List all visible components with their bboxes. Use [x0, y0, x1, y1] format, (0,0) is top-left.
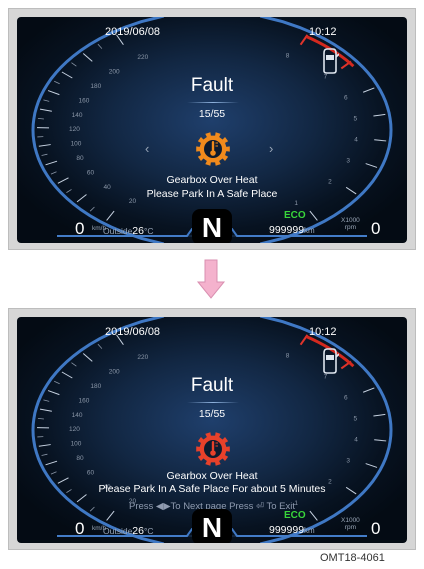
gear-temperature-icon — [196, 132, 230, 166]
rpm-tick — [309, 210, 318, 221]
outside-temp-unit: °C — [143, 526, 154, 536]
outside-temp-value: 26 — [132, 525, 144, 537]
speed-tick-label: 100 — [71, 141, 82, 148]
instrument-cluster-panel-2: 20 40 60 80 100 120 140 160 180 200 220 1 2 3 4 5 6 7 8 20… — [8, 308, 416, 550]
outside-temperature: Outside26°C — [103, 225, 154, 237]
time-display: 10:12 — [309, 26, 337, 38]
gear-temperature-icon — [196, 432, 230, 466]
rpm-tick — [309, 510, 318, 521]
eco-indicator: ECO — [284, 510, 306, 521]
speed-minor-tick — [89, 206, 95, 212]
speed-tick-label: 160 — [79, 397, 90, 404]
rpm-unit-label: rpm — [344, 224, 356, 231]
speed-tick-label: 80 — [76, 155, 84, 162]
outside-label: Outside — [103, 526, 133, 536]
rpm-tick — [365, 163, 378, 168]
rpm-unit-multiplier: X1000 — [341, 217, 360, 224]
page-indicator: 15/55 — [198, 408, 226, 420]
gear-indicator: N — [192, 209, 232, 243]
rpm-unit-multiplier: X1000 — [341, 517, 360, 524]
odometer-value: 999999 — [269, 224, 305, 236]
odometer-value: 999999 — [269, 524, 305, 536]
speed-tick — [82, 53, 93, 62]
title-divider — [187, 402, 239, 403]
speed-tick — [106, 210, 115, 221]
gear-letter: N — [201, 212, 223, 243]
rpm-tick — [365, 463, 378, 468]
speed-zero: 0 — [75, 219, 85, 238]
rpm-tick-label: 4 — [354, 437, 358, 444]
gear-letter: N — [201, 512, 223, 543]
fault-title: Fault — [190, 375, 234, 396]
rpm-tick-label: 3 — [346, 458, 350, 465]
gear-indicator: N — [192, 509, 232, 543]
speed-minor-tick — [41, 453, 48, 456]
speed-tick — [38, 444, 51, 447]
fault-title: Fault — [190, 75, 234, 96]
car-door-icon — [323, 348, 339, 374]
speed-tick — [38, 144, 51, 147]
rpm-tick — [374, 439, 387, 442]
speed-minor-tick — [71, 362, 77, 367]
title-divider — [187, 102, 239, 103]
speed-minor-tick — [97, 43, 103, 49]
speed-minor-tick — [71, 62, 77, 67]
arrow-down-icon — [196, 259, 226, 299]
outside-temperature: Outside26°C — [103, 525, 154, 537]
odometer-unit: km — [304, 226, 315, 235]
rpm-unit-label: rpm — [344, 524, 356, 531]
fault-message-line-2: Please Park In A Safe Place For about 5 … — [98, 483, 326, 495]
page-indicator: 15/55 — [198, 108, 226, 120]
rpm-tick-label: 3 — [346, 158, 350, 165]
speed-tick-label: 100 — [71, 441, 82, 448]
speed-tick — [106, 510, 115, 521]
rpm-unit: X1000 rpm — [341, 517, 360, 531]
rpm-unit: X1000 rpm — [341, 217, 360, 231]
date-display: 2019/06/08 — [105, 26, 161, 38]
speed-minor-tick — [43, 399, 50, 402]
rpm-tick-label: 8 — [286, 53, 290, 60]
rpm-zero: 0 — [371, 519, 381, 538]
speed-tick-label: 120 — [69, 126, 80, 133]
cluster-display-1: 20 40 60 80 100 120 140 160 180 200 220 1 2 3 4 5 6 7 8 20… — [17, 17, 407, 243]
speed-tick — [45, 160, 58, 166]
eco-indicator: ECO — [284, 210, 306, 221]
speed-zero: 0 — [75, 519, 85, 538]
outside-temp-value: 26 — [132, 225, 144, 237]
rpm-tick-label: 8 — [286, 353, 290, 360]
date-display: 2019/06/08 — [105, 326, 161, 338]
figure-caption: OMT18-4061 — [320, 552, 385, 564]
outside-label: Outside — [103, 226, 133, 236]
odometer: 999999km — [269, 224, 315, 236]
speed-tick — [82, 353, 93, 362]
outside-temp-unit: °C — [143, 226, 154, 236]
speed-tick — [45, 460, 58, 466]
odometer-unit: km — [304, 526, 315, 535]
speed-tick-label: 80 — [76, 455, 84, 462]
time-display: 10:12 — [309, 326, 337, 338]
speedometer-arc — [31, 17, 165, 243]
speed-tick-label: 120 — [69, 426, 80, 433]
rpm-tick — [374, 139, 387, 142]
fault-message-line-1: Gearbox Over Heat — [166, 174, 258, 186]
fault-message-line-2: Please Park In A Safe Place — [146, 188, 278, 200]
speed-minor-tick — [43, 99, 50, 102]
speed-tick-label: 160 — [79, 97, 90, 104]
car-door-icon — [323, 48, 339, 74]
cluster-display-2: 20 40 60 80 100 120 140 160 180 200 220 1 2 3 4 5 6 7 8 20… — [17, 317, 407, 543]
odometer: 999999km — [269, 524, 315, 536]
rpm-zero: 0 — [371, 219, 381, 238]
rpm-tick-label: 4 — [354, 137, 358, 144]
speed-minor-tick — [41, 153, 48, 156]
speed-minor-tick — [97, 343, 103, 349]
chevron-left-icon[interactable]: ‹ — [145, 141, 149, 156]
speed-tick-label: 220 — [137, 54, 148, 61]
fault-message-line-1: Gearbox Over Heat — [166, 470, 258, 482]
speed-tick-label: 220 — [137, 354, 148, 361]
chevron-right-icon[interactable]: › — [269, 141, 273, 156]
instrument-cluster-panel-1: 20 40 60 80 100 120 140 160 180 200 220 1 2 3 4 5 6 7 8 20… — [8, 8, 416, 250]
